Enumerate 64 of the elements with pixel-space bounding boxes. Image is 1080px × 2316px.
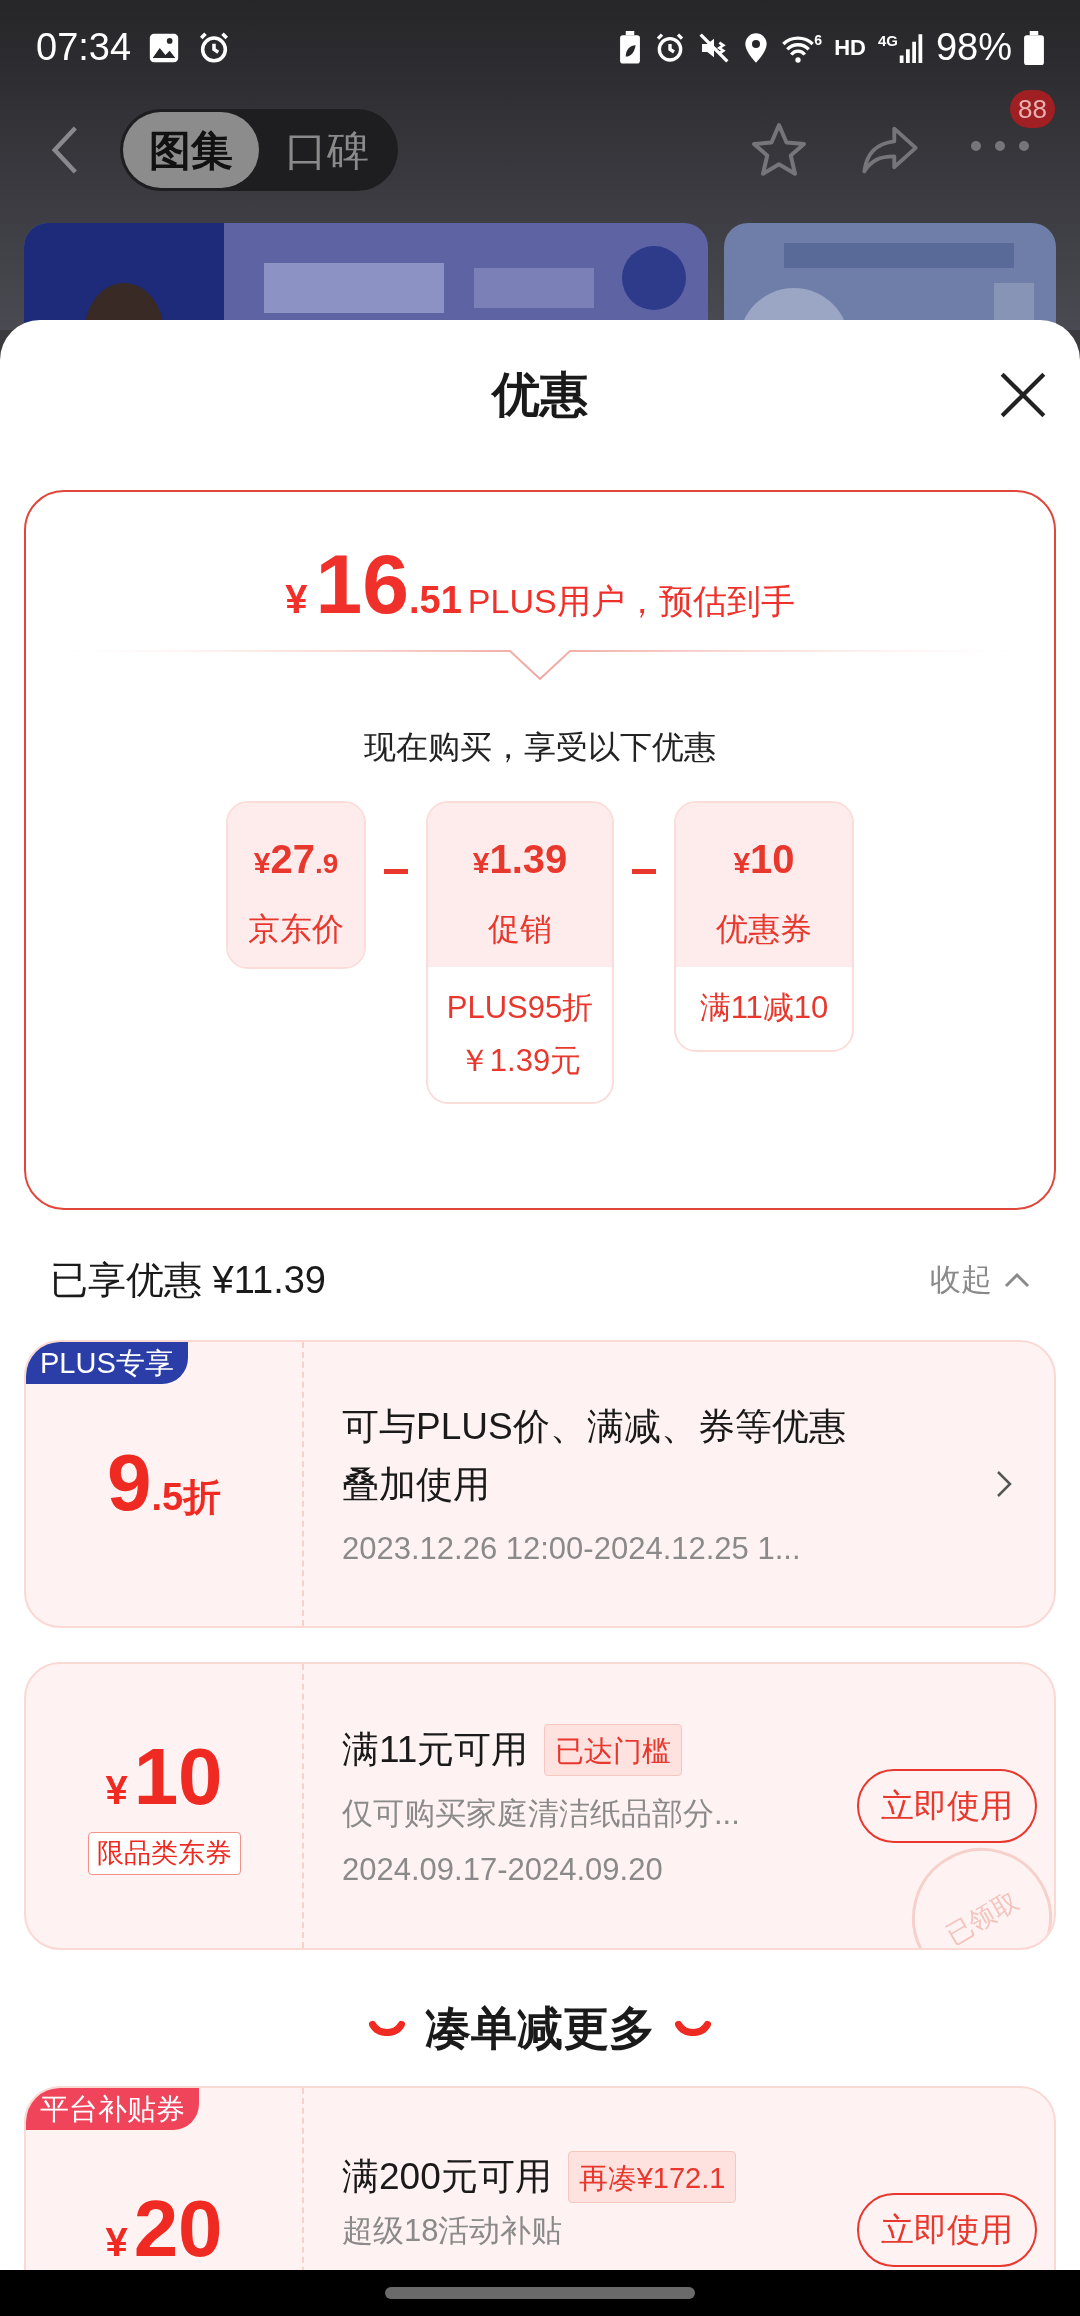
status-tag: 再凑¥172.1 xyxy=(567,2151,737,2203)
coupon-detail: 超级18活动补贴 xyxy=(342,2212,564,2250)
breakdown-title: 现在购买，享受以下优惠 xyxy=(364,728,716,767)
smile-curve-icon xyxy=(369,2020,405,2036)
segment-tab[interactable]: 口碑 xyxy=(259,112,395,188)
coupon-tag: PLUS专享 xyxy=(26,1342,188,1384)
coupon-detail: 2024.09.17-2024.09.20 xyxy=(342,1851,664,1889)
smile-curve-icon xyxy=(675,2020,711,2036)
minus-icon xyxy=(384,869,408,874)
price-decimal: .51 xyxy=(409,578,462,623)
coupon-tag: 平台补贴券 xyxy=(26,2088,199,2130)
currency-symbol: ¥ xyxy=(105,2218,128,2266)
use-now-button[interactable]: 立即使用 xyxy=(857,2193,1037,2267)
battery-percent: 98% xyxy=(935,25,1012,70)
amount-value: 27 xyxy=(270,836,315,883)
price-integer: 16 xyxy=(315,542,409,626)
sheet-title: 优惠 xyxy=(492,367,588,423)
coupon-title: 可与PLUS价、满减、券等优惠叠加使用 xyxy=(342,1405,847,1507)
currency-symbol: ¥ xyxy=(472,846,490,881)
section-title: 凑单减更多 xyxy=(425,2000,655,2056)
mute-icon xyxy=(698,31,731,64)
detail-text: PLUS95折 xyxy=(446,989,594,1027)
minus-icon xyxy=(632,869,656,874)
share-icon[interactable] xyxy=(860,124,920,176)
coupon-title: 满200元可用 xyxy=(342,2155,552,2199)
chevron-right-icon[interactable] xyxy=(996,1470,1012,1498)
amount-label: 京东价 xyxy=(248,910,344,949)
collapse-button[interactable]: 收起 xyxy=(930,1256,1030,1304)
coupon-value: 9 xyxy=(106,1442,152,1523)
amount-label: 促销 xyxy=(488,910,552,949)
detail-text: ￥1.39元 xyxy=(458,1041,582,1080)
amount-value: 10 xyxy=(750,836,795,883)
battery-icon xyxy=(1024,30,1044,65)
more-icon[interactable] xyxy=(970,140,1030,152)
category-tag: 限品类东券 xyxy=(87,1832,241,1875)
status-tag: 已达门槛 xyxy=(544,1724,683,1776)
price-caption: PLUS用户，预估到手 xyxy=(467,581,795,622)
coupon-value: 20 xyxy=(133,2188,223,2269)
coupon-detail: 仅可购买家庭清洁纸品部分... xyxy=(342,1795,741,1833)
amount-label: 优惠券 xyxy=(716,910,812,949)
amount-value: 1.39 xyxy=(489,836,568,883)
battery-saver-icon xyxy=(618,30,643,65)
detail-text: 满11减10 xyxy=(699,989,829,1027)
coupon-value: 10 xyxy=(133,1737,223,1818)
currency-symbol: ¥ xyxy=(285,576,308,623)
hd-label: HD xyxy=(834,34,866,62)
saved-total: 已享优惠 ¥11.39 xyxy=(50,1257,326,1303)
coupon-title: 满11元可用 xyxy=(342,1728,529,1772)
currency-symbol: ¥ xyxy=(733,846,751,881)
wifi-label: 6 xyxy=(814,32,823,47)
close-icon[interactable] xyxy=(998,370,1048,420)
chevron-up-icon xyxy=(1004,1272,1030,1288)
amount-decimal: .9 xyxy=(314,847,339,881)
currency-symbol: ¥ xyxy=(253,846,271,881)
network-label: 4G xyxy=(877,32,898,48)
use-now-button[interactable]: 立即使用 xyxy=(857,1769,1037,1843)
clock-time: 07:34 xyxy=(36,25,132,70)
segment-tab[interactable]: 图集 xyxy=(123,112,259,188)
back-icon[interactable] xyxy=(50,125,80,175)
coupon-detail: 2023.12.26 12:00-2024.12.25 1... xyxy=(342,1530,802,1568)
currency-symbol: ¥ xyxy=(105,1767,128,1815)
signal-icon xyxy=(897,32,924,63)
notification-badge: 88 xyxy=(1010,90,1055,128)
value-suffix: .5折 xyxy=(151,1474,222,1520)
